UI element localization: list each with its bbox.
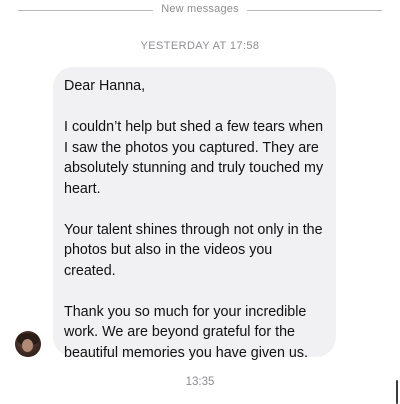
chat-thread: New messages YESTERDAY AT 17:58 Dear Han… (0, 0, 400, 404)
divider-line-right (247, 10, 382, 11)
message-paragraph: I couldn’t help but shed a few tears whe… (64, 119, 324, 197)
conversation-timestamp: YESTERDAY AT 17:58 (140, 40, 260, 52)
message-bubble[interactable]: Dear Hanna, I couldn’t help but shed a f… (53, 67, 336, 361)
message-time: 13:35 (185, 376, 215, 388)
avatar-face-shape (22, 339, 33, 352)
divider-line-left (18, 10, 153, 11)
new-messages-label: New messages (161, 3, 239, 15)
message-paragraph: Your talent shines through not only in t… (64, 221, 323, 279)
sender-avatar[interactable] (15, 331, 41, 357)
message-paragraph-greeting: Dear Hanna, (64, 78, 146, 94)
scroll-indicator[interactable] (396, 380, 398, 404)
new-messages-divider: New messages (0, 3, 400, 18)
message-paragraph: Thank you so much for your incredible wo… (64, 303, 308, 361)
